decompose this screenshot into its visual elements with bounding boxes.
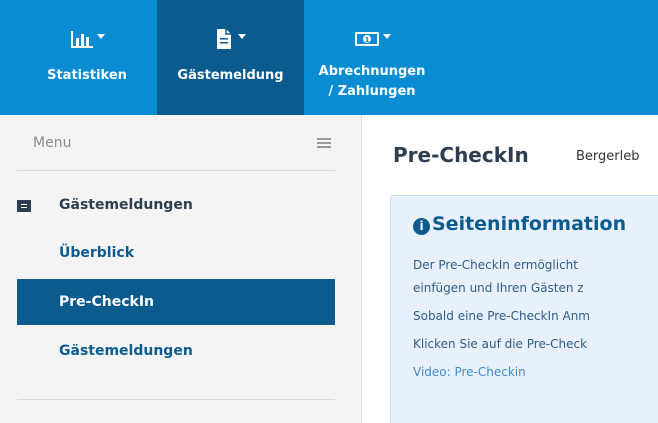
- sidebar-section-title: Gästemeldungen: [59, 197, 193, 213]
- nav-label: Abrechnungen / Zahlungen: [304, 62, 440, 102]
- page-subtitle: Bergerleb: [576, 149, 640, 164]
- page-title: Pre-CheckIn: [393, 143, 529, 167]
- sidebar-divider: [17, 399, 335, 400]
- sidebar-section-gaestemeldungen: Gästemeldungen: [0, 197, 362, 217]
- nav-label: Statistiken: [47, 68, 127, 83]
- sidebar-item-pre-checkin[interactable]: Pre-CheckIn: [17, 279, 335, 325]
- video-link[interactable]: Video: Pre-Checkin: [413, 365, 526, 379]
- info-box: i Seiteninformation Der Pre-CheckIn ermö…: [390, 195, 658, 423]
- money-icon: 1: [304, 28, 440, 50]
- top-navigation-bar: Statistiken Gästemeldung 1 Abrechnungen …: [0, 0, 658, 115]
- chevron-down-icon: [96, 33, 105, 39]
- nav-abrechnungen[interactable]: 1 Abrechnungen / Zahlungen: [304, 0, 440, 115]
- info-text-line: einfügen und Ihren Gästen z: [413, 281, 584, 295]
- document-icon: [157, 28, 304, 50]
- info-text-line: Sobald eine Pre-CheckIn Anm: [413, 309, 590, 323]
- info-icon: i: [413, 218, 430, 235]
- info-title: Seiteninformation: [432, 213, 627, 235]
- hamburger-menu-icon[interactable]: [317, 138, 331, 148]
- nav-label-line1: Abrechnungen: [318, 64, 426, 79]
- menu-label: Menu: [33, 135, 72, 151]
- chevron-down-icon: [238, 33, 246, 39]
- sidebar-item-ueberblick[interactable]: Überblick: [17, 230, 335, 276]
- sidebar-item-gaestemeldungen[interactable]: Gästemeldungen: [17, 328, 335, 374]
- nav-label-line2: / Zahlungen: [328, 84, 416, 99]
- sidebar: Menu Gästemeldungen Überblick Pre-CheckI…: [0, 115, 362, 423]
- nav-gaestemeldung[interactable]: Gästemeldung: [157, 0, 304, 115]
- info-text-line: Klicken Sie auf die Pre-Check: [413, 337, 588, 351]
- nav-label: Gästemeldung: [177, 68, 284, 83]
- nav-statistiken[interactable]: Statistiken: [17, 0, 157, 115]
- list-icon: [17, 200, 31, 212]
- bar-chart-icon: [17, 28, 157, 50]
- sidebar-header: Menu: [17, 115, 335, 171]
- svg-text:1: 1: [364, 36, 369, 44]
- info-text-line: Der Pre-CheckIn ermöglicht: [413, 258, 578, 272]
- main-content: Pre-CheckIn Bergerleb i Seiteninformatio…: [363, 115, 658, 423]
- chevron-down-icon: [382, 33, 391, 39]
